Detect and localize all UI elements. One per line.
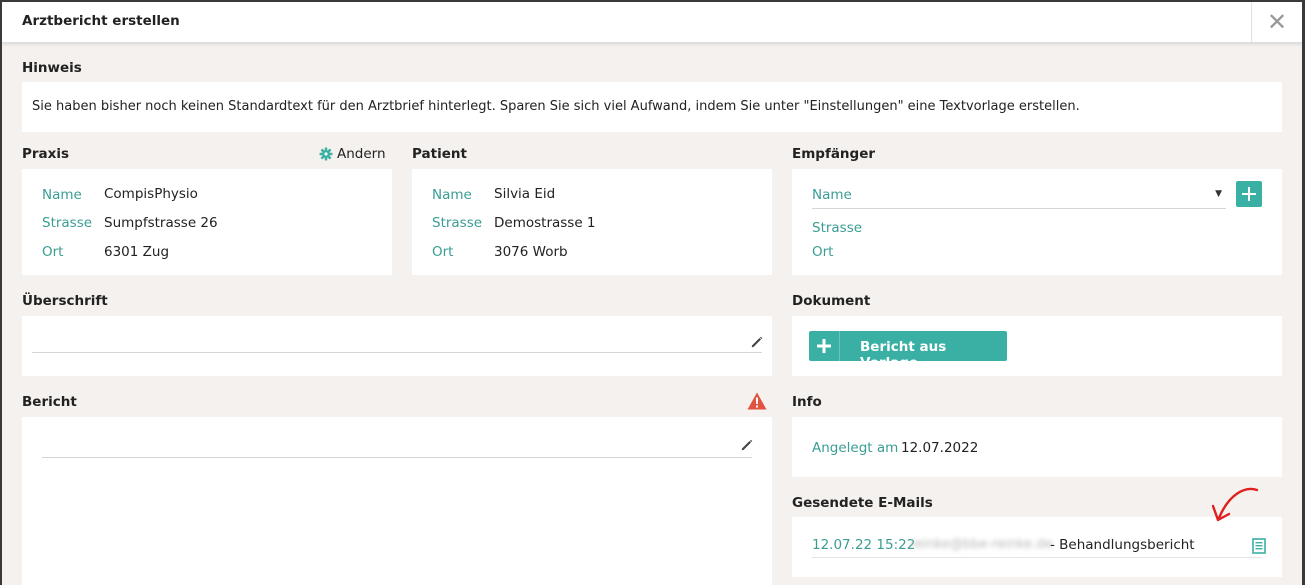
recipient-city-key: Ort <box>812 244 834 260</box>
ueberschrift-card <box>22 316 772 376</box>
hinweis-card: Sie haben bisher noch keinen Standardtex… <box>22 82 1282 132</box>
hinweis-label: Hinweis <box>22 60 82 76</box>
praxis-street-key: Strasse <box>42 215 93 231</box>
created-value: 12.07.2022 <box>901 440 979 456</box>
close-icon: ✕ <box>1266 8 1288 36</box>
praxis-card: Name CompisPhysio Strasse Sumpfstrasse 2… <box>22 169 392 275</box>
empfaenger-card: Name ▼ Strasse Ort <box>792 169 1282 275</box>
ueberschrift-input[interactable] <box>32 330 762 353</box>
patient-city-value: 3076 Worb <box>494 244 568 260</box>
patient-label: Patient <box>412 146 467 162</box>
patient-name-value: Silvia Eid <box>494 186 556 202</box>
info-card: Angelegt am 12.07.2022 <box>792 417 1282 477</box>
patient-city-key: Ort <box>432 244 454 260</box>
report-from-template-button[interactable]: Bericht aus Vorlage <box>809 331 1007 371</box>
gear-icon <box>319 147 333 161</box>
patient-name-key: Name <box>432 187 472 203</box>
emails-label: Gesendete E-Mails <box>792 495 933 511</box>
report-from-template-label: Bericht aus Vorlage <box>860 339 947 371</box>
praxis-name-value: CompisPhysio <box>104 186 198 202</box>
andern-label: Andern <box>337 146 386 162</box>
bericht-input[interactable] <box>42 435 752 458</box>
info-label: Info <box>792 394 822 410</box>
praxis-city-value: 6301 Zug <box>104 244 170 260</box>
empfaenger-label: Empfänger <box>792 146 876 162</box>
caret-down-icon: ▼ <box>1215 189 1222 199</box>
created-key: Angelegt am <box>812 440 899 456</box>
patient-street-value: Demostrasse 1 <box>494 215 596 231</box>
dokument-card: Bericht aus Vorlage <box>792 316 1282 376</box>
praxis-edit-link[interactable]: Andern <box>319 146 386 162</box>
praxis-label: Praxis <box>22 146 70 162</box>
email-time: 12.07.22 15:22 <box>812 537 916 553</box>
plus-icon <box>1242 187 1256 201</box>
patient-street-key: Strasse <box>432 215 483 231</box>
ueberschrift-label: Überschrift <box>22 293 108 309</box>
recipient-name-select[interactable]: Name ▼ <box>812 184 1226 209</box>
annotation-arrow <box>1211 487 1259 522</box>
praxis-city-key: Ort <box>42 244 64 260</box>
praxis-name-key: Name <box>42 187 82 203</box>
report-modal: Arztbericht erstellen ✕ Hinweis Sie habe… <box>2 2 1302 585</box>
pencil-icon <box>751 336 763 348</box>
praxis-street-value: Sumpfstrasse 26 <box>104 215 218 231</box>
dokument-label: Dokument <box>792 293 871 309</box>
email-subject: - Behandlungsbericht <box>1050 537 1195 553</box>
bericht-card <box>22 417 772 585</box>
modal-title: Arztbericht erstellen <box>22 13 180 29</box>
recipient-name-placeholder: Name <box>812 187 852 203</box>
patient-card: Name Silvia Eid Strasse Demostrasse 1 Or… <box>412 169 772 275</box>
plus-icon <box>809 331 840 361</box>
modal-header: Arztbericht erstellen ✕ <box>2 2 1302 43</box>
bericht-label: Bericht <box>22 394 77 410</box>
email-row[interactable]: 12.07.22 15:22 reinke@bbe-reinke.de - Be… <box>812 537 1266 558</box>
warning-icon <box>747 392 767 410</box>
hinweis-text: Sie haben bisher noch keinen Standardtex… <box>32 99 1080 114</box>
close-button[interactable]: ✕ <box>1251 2 1302 42</box>
pencil-icon <box>741 439 753 451</box>
add-recipient-button[interactable] <box>1236 181 1262 207</box>
email-address: reinke@bbe-reinke.de <box>910 537 1053 552</box>
recipient-street-key: Strasse <box>812 220 863 236</box>
document-icon[interactable] <box>1252 538 1266 554</box>
